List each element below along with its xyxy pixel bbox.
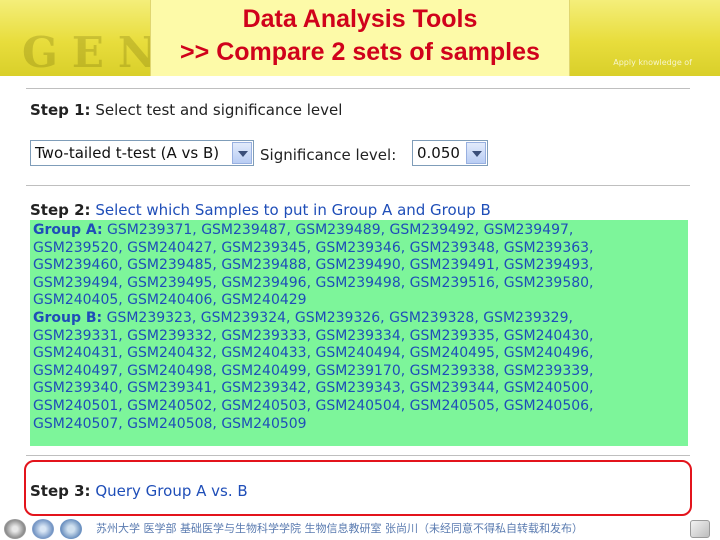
step2-text: Select which Samples to put in Group A a… <box>95 201 491 219</box>
sample-list-line: GSM239323, GSM239324, GSM239326, GSM2393… <box>106 309 573 326</box>
group-selection-box[interactable]: Group A: GSM239371, GSM239487, GSM239489… <box>30 220 688 446</box>
group-a-label: Group A: <box>33 222 103 238</box>
step1-label: Step 1: <box>30 101 91 119</box>
footer-text: 苏州大学 医学部 基础医学与生物科学学院 生物信息教研室 张尚川（未经同意不得私… <box>96 522 583 535</box>
sample-list-line: GSM239340, GSM239341, GSM239342, GSM2393… <box>33 380 594 397</box>
step1-heading: Step 1: Select test and significance lev… <box>30 101 342 119</box>
department-logo-icon <box>60 519 82 539</box>
divider-top <box>26 88 690 89</box>
step1-text: Select test and significance level <box>95 101 343 119</box>
significance-select[interactable]: 0.050 <box>412 140 488 166</box>
university-logo-icon <box>4 519 26 539</box>
test-type-value: Two-tailed t-test (A vs B) <box>35 144 220 162</box>
school-logo-icon <box>32 519 54 539</box>
corner-logo-icon <box>690 520 710 538</box>
step3-highlight-box <box>24 460 692 516</box>
page-subtitle: >> Compare 2 sets of samples <box>180 38 540 66</box>
sample-list-line: GSM240431, GSM240432, GSM240433, GSM2404… <box>33 345 594 362</box>
sample-list-line: GSM239494, GSM239495, GSM239496, GSM2394… <box>33 274 594 291</box>
footer: 苏州大学 医学部 基础医学与生物科学学院 生物信息教研室 张尚川（未经同意不得私… <box>0 518 720 540</box>
header-banner: GENE Apply knowledge of Data Analysis To… <box>0 0 720 76</box>
divider-step2 <box>26 455 690 456</box>
group-b-line: Group B: GSM239323, GSM239324, GSM239326… <box>33 310 685 328</box>
chevron-down-icon[interactable] <box>232 142 252 164</box>
sample-list-line: GSM240507, GSM240508, GSM240509 <box>33 415 307 432</box>
sample-list-line: GSM239460, GSM239485, GSM239488, GSM2394… <box>33 257 594 274</box>
sample-list-line: GSM240501, GSM240502, GSM240503, GSM2405… <box>33 397 594 414</box>
group-b-label: Group B: <box>33 309 103 326</box>
sample-list-line: GSM239520, GSM240427, GSM239345, GSM2393… <box>33 239 594 256</box>
divider-step1 <box>26 185 690 186</box>
sample-list-line: GSM239371, GSM239487, GSM239489, GSM2394… <box>107 222 574 238</box>
sample-list-line: GSM240497, GSM240498, GSM240499, GSM2391… <box>33 362 594 379</box>
sample-list-line: GSM239331, GSM239332, GSM239333, GSM2393… <box>33 327 594 344</box>
step2-heading: Step 2: Select which Samples to put in G… <box>30 201 491 219</box>
test-type-select[interactable]: Two-tailed t-test (A vs B) <box>30 140 254 166</box>
group-a-line: Group A: GSM239371, GSM239487, GSM239489… <box>33 222 685 240</box>
significance-value: 0.050 <box>417 144 460 162</box>
banner-watermark-small: Apply knowledge of <box>613 58 692 67</box>
chevron-down-icon[interactable] <box>466 142 486 164</box>
sample-list-line: GSM240405, GSM240406, GSM240429 <box>33 292 307 309</box>
title-box: Data Analysis Tools >> Compare 2 sets of… <box>150 0 570 76</box>
page-title: Data Analysis Tools <box>242 5 478 33</box>
significance-label: Significance level: <box>260 146 397 164</box>
step2-label: Step 2: <box>30 201 91 219</box>
